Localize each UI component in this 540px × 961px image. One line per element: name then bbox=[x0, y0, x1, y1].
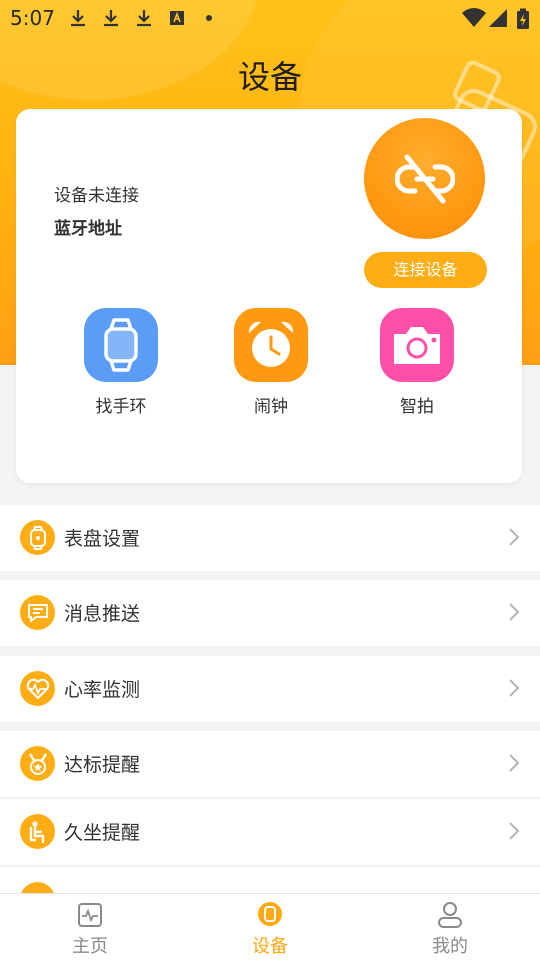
message-icon bbox=[20, 595, 55, 630]
connect-device-button[interactable]: 连接设备 bbox=[364, 252, 487, 288]
smart-camera-button[interactable]: 智拍 bbox=[357, 308, 477, 417]
tab-device[interactable]: 设备 bbox=[180, 894, 360, 961]
list-item-icon bbox=[20, 882, 55, 893]
message-push-label: 消息推送 bbox=[64, 603, 141, 625]
signal-icon bbox=[489, 9, 507, 27]
activity-icon bbox=[78, 903, 102, 927]
app-notification-icon bbox=[170, 11, 184, 25]
profile-icon bbox=[438, 902, 462, 928]
connection-status: 设备未连接 bbox=[54, 186, 139, 206]
alarm-clock-icon bbox=[234, 308, 308, 382]
status-bar: 5:07 bbox=[0, 0, 540, 36]
sedentary-reminder-row[interactable]: 久坐提醒 bbox=[0, 799, 540, 865]
alarm-button[interactable]: 闹钟 bbox=[211, 308, 331, 417]
tab-home-label: 主页 bbox=[72, 936, 108, 957]
sedentary-reminder-label: 久坐提醒 bbox=[64, 822, 141, 844]
find-band-button[interactable]: 找手环 bbox=[61, 308, 181, 417]
connection-indicator[interactable] bbox=[364, 118, 485, 239]
watch-icon bbox=[258, 902, 282, 926]
heart-rate-monitor-label: 心率监测 bbox=[64, 679, 141, 701]
find-band-label: 找手环 bbox=[95, 397, 147, 417]
device-card: 设备未连接 蓝牙地址 连接设备 找手环 闹钟 智拍 bbox=[16, 109, 522, 483]
download-icon bbox=[71, 10, 85, 27]
download-icon bbox=[137, 10, 151, 27]
partial-list-row[interactable] bbox=[0, 867, 540, 893]
page-title: 设备 bbox=[237, 58, 302, 96]
chevron-right-icon bbox=[509, 822, 520, 840]
watch-face-icon bbox=[20, 520, 55, 555]
battery-icon bbox=[517, 8, 529, 29]
watch-icon bbox=[84, 308, 158, 382]
medal-icon bbox=[20, 746, 55, 781]
chevron-right-icon bbox=[509, 754, 520, 772]
tab-mine[interactable]: 我的 bbox=[360, 894, 540, 961]
status-time: 5:07 bbox=[10, 6, 55, 30]
watch-face-settings-label: 表盘设置 bbox=[64, 528, 141, 550]
alarm-label: 闹钟 bbox=[254, 397, 288, 417]
message-push-row[interactable]: 消息推送 bbox=[0, 580, 540, 646]
tab-home[interactable]: 主页 bbox=[0, 894, 180, 961]
chevron-right-icon bbox=[509, 603, 520, 621]
goal-reminder-row[interactable]: 达标提醒 bbox=[0, 731, 540, 797]
camera-icon bbox=[380, 308, 454, 382]
chevron-right-icon bbox=[509, 679, 520, 697]
bluetooth-address-label: 蓝牙地址 bbox=[54, 219, 122, 239]
tab-mine-label: 我的 bbox=[432, 936, 468, 957]
heart-rate-icon bbox=[20, 671, 55, 706]
wifi-icon bbox=[462, 8, 486, 27]
bottom-tab-bar: 主页 设备 我的 bbox=[0, 893, 540, 961]
download-icon bbox=[104, 10, 118, 27]
tab-device-label: 设备 bbox=[252, 936, 288, 957]
dot-icon bbox=[206, 15, 212, 21]
goal-reminder-label: 达标提醒 bbox=[64, 754, 141, 776]
heart-rate-monitor-row[interactable]: 心率监测 bbox=[0, 656, 540, 722]
watch-face-settings-row[interactable]: 表盘设置 bbox=[0, 505, 540, 571]
smart-camera-label: 智拍 bbox=[400, 397, 434, 417]
sitting-icon bbox=[20, 814, 55, 849]
link-off-icon bbox=[394, 154, 455, 203]
chevron-right-icon bbox=[509, 528, 520, 546]
